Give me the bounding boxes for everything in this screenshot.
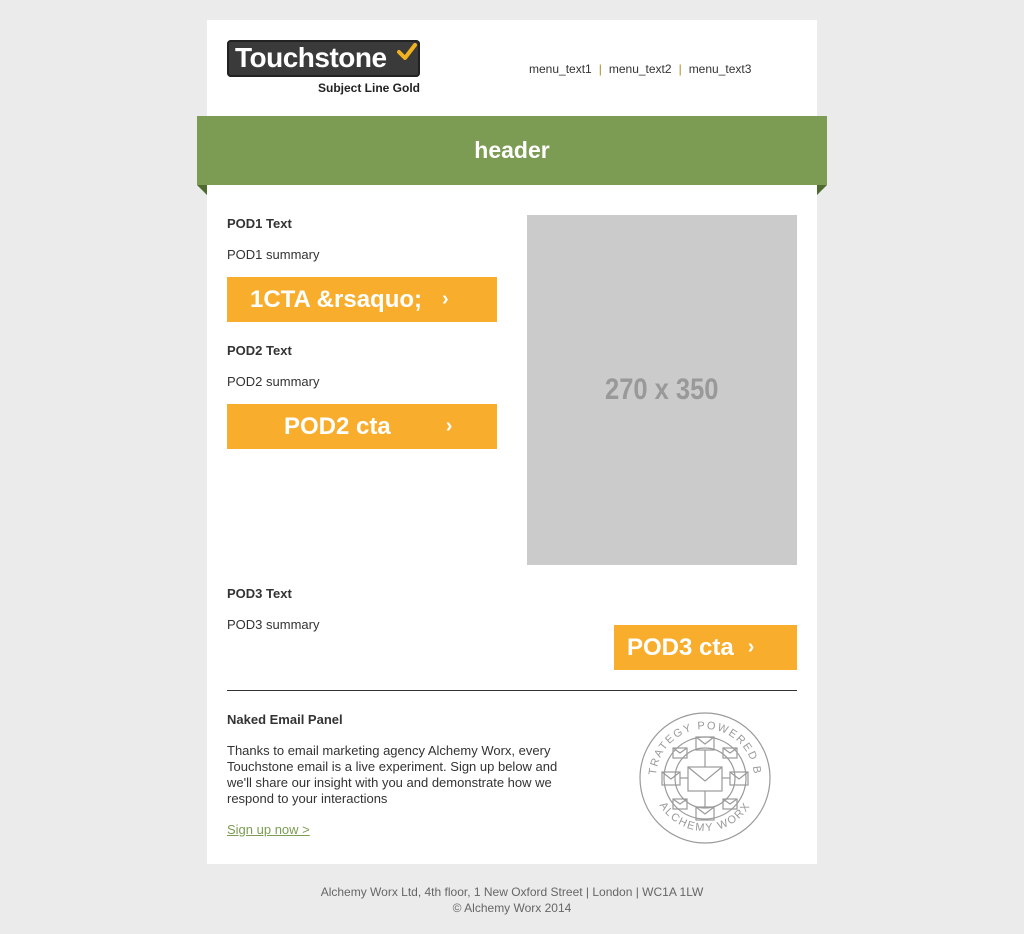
header-title: header [474,137,550,163]
logo-subtitle: Subject Line Gold [317,81,420,95]
naked-panel-title: Naked Email Panel [227,712,343,727]
footer-copyright: © Alchemy Worx 2014 [452,901,572,915]
pod2-cta-button[interactable]: POD2 cta › [227,404,497,449]
chevron-right-icon: › [747,636,755,658]
pod2-title: POD2 Text [227,343,292,358]
checkmark-icon [397,43,417,60]
pod3-title: POD3 Text [227,586,292,601]
pod1-cta-label: 1CTA &rsaquo; [250,285,423,313]
footer: Alchemy Worx Ltd, 4th floor, 1 New Oxfor… [207,884,817,916]
touchstone-logo[interactable]: Touchstone Subject Line Gold [227,40,421,96]
pod2-cta-label: POD2 cta [284,412,391,440]
signup-link[interactable]: Sign up now > [227,822,310,837]
alchemy-worx-seal[interactable]: STRATEGY POWERED BY ALCHEMY WORX [638,711,772,845]
footer-address: Alchemy Worx Ltd, 4th floor, 1 New Oxfor… [320,885,704,899]
menu-item-2[interactable]: menu_text2 [609,62,672,76]
pod3-summary: POD3 summary [227,617,320,632]
pod3-cta-label: POD3 cta [627,633,734,661]
menu-item-3[interactable]: menu_text3 [689,62,752,76]
menu-separator: | [678,62,682,76]
logo-badge: Touchstone [227,40,420,77]
logo-wordmark: Touchstone [235,42,387,73]
pod2-summary: POD2 summary [227,374,320,389]
chevron-right-icon: › [445,415,453,437]
pod1-summary: POD1 summary [227,247,320,262]
section-divider [227,690,797,691]
top-menu: menu_text1 | menu_text2 | menu_text3 [529,62,751,76]
pod3-cta-button[interactable]: POD3 cta › [614,625,797,670]
band-fold-right [817,185,827,195]
menu-separator: | [598,62,602,76]
menu-item-1[interactable]: menu_text1 [529,62,592,76]
pod1-title: POD1 Text [227,216,292,231]
naked-panel-body: Thanks to email marketing agency Alchemy… [227,743,558,806]
chevron-right-icon: › [442,288,449,310]
image-placeholder: 270 x 350 [527,215,797,565]
placeholder-label: 270 x 350 [605,373,719,406]
header-band: header [197,116,827,185]
band-fold-left [197,185,207,195]
pod1-cta-button[interactable]: 1CTA &rsaquo; › [227,277,497,322]
